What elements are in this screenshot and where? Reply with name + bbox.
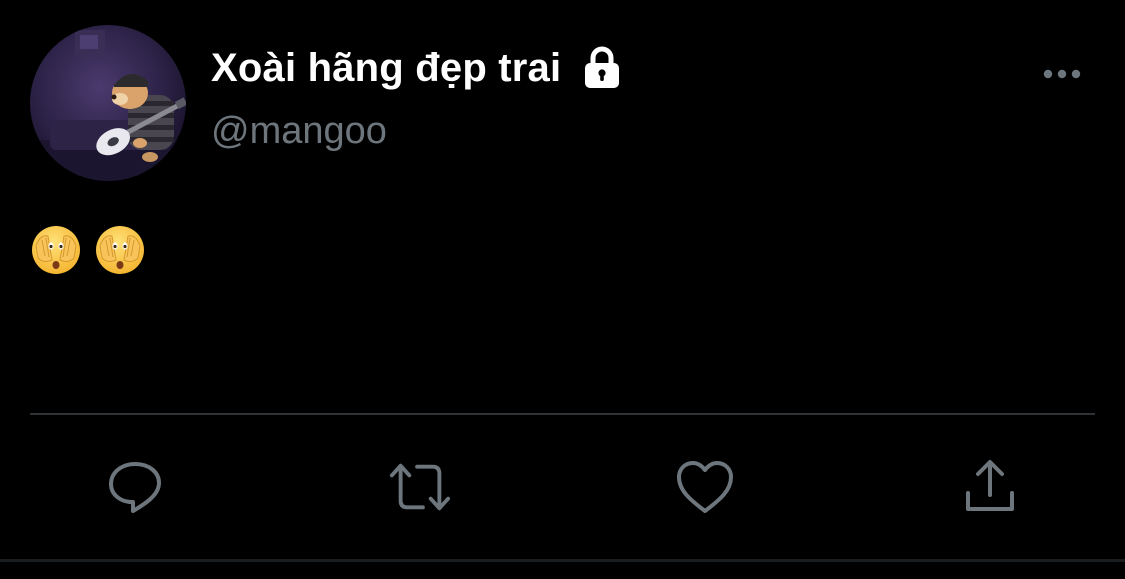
avatar-image — [30, 25, 186, 181]
tweet-detail: Xoài hãng đẹp trai @mangoo — [0, 0, 1125, 579]
author-handle[interactable]: @mangoo — [211, 110, 387, 153]
more-options-button[interactable] — [1036, 56, 1088, 92]
author-name-row: Xoài hãng đẹp trai — [211, 40, 623, 96]
retweet-button[interactable] — [388, 455, 452, 519]
face-with-peeking-eye-emoji — [30, 224, 82, 276]
display-name[interactable]: Xoài hãng đẹp trai — [211, 46, 561, 91]
like-button[interactable] — [673, 455, 737, 519]
bottom-divider — [0, 559, 1125, 562]
reply-icon — [109, 462, 161, 513]
share-button[interactable] — [958, 455, 1022, 519]
share-icon — [966, 460, 1014, 511]
heart-icon — [677, 461, 733, 513]
divider — [30, 413, 1095, 415]
more-horizontal-icon — [1043, 69, 1081, 79]
face-with-peeking-eye-emoji — [94, 224, 146, 276]
lock-icon — [581, 46, 623, 90]
tweet-action-bar — [0, 455, 1125, 519]
retweet-icon — [389, 463, 451, 511]
tweet-text — [30, 220, 146, 280]
avatar[interactable] — [30, 25, 186, 181]
reply-button[interactable] — [103, 455, 167, 519]
